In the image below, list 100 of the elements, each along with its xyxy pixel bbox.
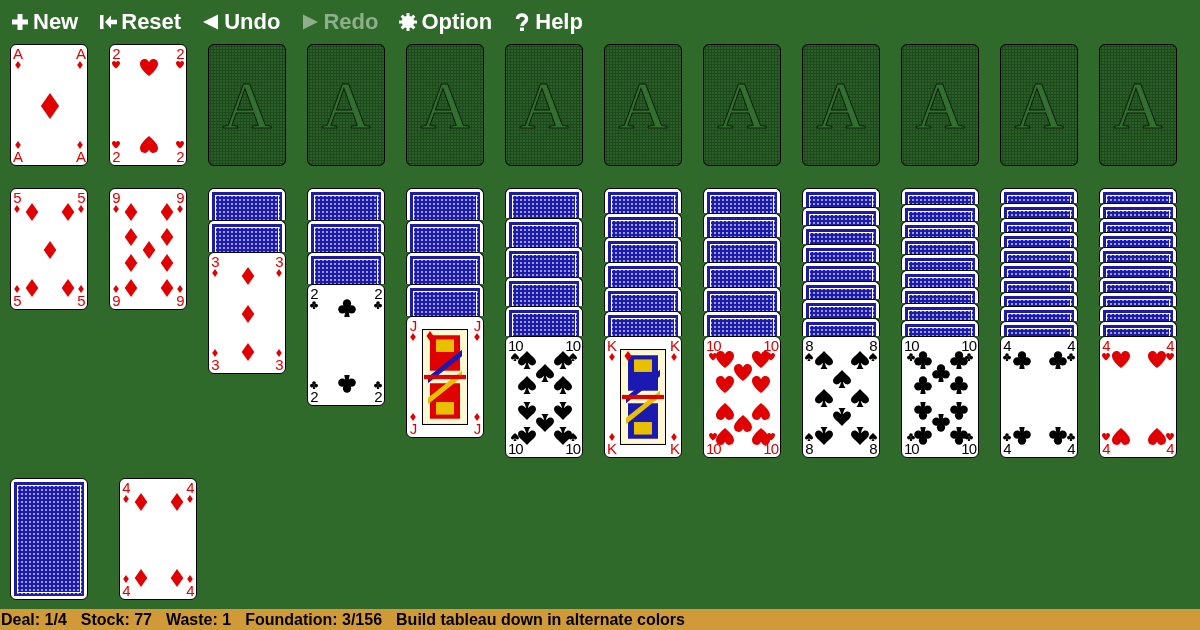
club-icon bbox=[338, 375, 356, 393]
playing-card[interactable]: K K K K bbox=[604, 335, 682, 458]
card-rank: 4 bbox=[1102, 338, 1110, 352]
toolbar-button[interactable]: Reset bbox=[98, 11, 182, 33]
card-back[interactable] bbox=[10, 478, 88, 600]
card-back[interactable] bbox=[604, 188, 682, 213]
playing-card[interactable]: 5 5 5 5 bbox=[10, 188, 88, 310]
card-back[interactable] bbox=[703, 237, 781, 262]
card-back[interactable] bbox=[1099, 306, 1177, 322]
card-back[interactable] bbox=[1000, 321, 1078, 336]
card-back[interactable] bbox=[1000, 247, 1078, 262]
card-back[interactable] bbox=[1000, 232, 1078, 248]
card-back[interactable] bbox=[802, 225, 880, 244]
card-back[interactable] bbox=[406, 188, 484, 220]
spade-icon bbox=[536, 414, 554, 433]
heart-icon bbox=[716, 401, 734, 420]
diamond-icon bbox=[132, 569, 150, 587]
status-text: Deal: 1/4 bbox=[1, 611, 67, 628]
slot-letter: A bbox=[222, 71, 272, 139]
spade-icon bbox=[833, 370, 851, 388]
card-rank: 10 bbox=[706, 441, 721, 455]
card-back[interactable] bbox=[208, 188, 286, 220]
diamond-icon bbox=[23, 203, 41, 221]
card-back[interactable] bbox=[703, 188, 781, 213]
card-back[interactable] bbox=[901, 237, 979, 254]
card-back[interactable] bbox=[604, 212, 682, 238]
card-rank: 10 bbox=[763, 441, 778, 455]
toolbar-button[interactable]: Help bbox=[512, 11, 583, 33]
card-back[interactable] bbox=[208, 220, 286, 252]
card-rank: 8 bbox=[805, 442, 813, 455]
card-rank: 8 bbox=[869, 442, 877, 455]
card-back[interactable] bbox=[703, 286, 781, 312]
club-icon bbox=[310, 381, 318, 389]
card-back[interactable] bbox=[901, 188, 979, 205]
playing-card[interactable]: 2 2 2 2 bbox=[109, 44, 187, 166]
toolbar-button[interactable]: Option bbox=[398, 11, 493, 33]
diamond-icon bbox=[158, 228, 176, 247]
diamond-icon bbox=[122, 495, 130, 503]
playing-card[interactable]: 3 3 3 3 bbox=[208, 252, 286, 374]
playing-card[interactable]: 10 10 10 10 bbox=[505, 335, 583, 458]
card-back[interactable] bbox=[604, 261, 682, 287]
card-back[interactable] bbox=[406, 252, 484, 284]
diamond-icon bbox=[13, 61, 22, 69]
playing-card[interactable]: J J J J bbox=[406, 316, 484, 438]
card-back[interactable] bbox=[505, 217, 583, 248]
toolbar-button[interactable]: New bbox=[10, 11, 79, 33]
playing-card[interactable]: 9 9 9 9 bbox=[109, 188, 187, 310]
diamond-icon bbox=[112, 285, 120, 293]
diamond-icon bbox=[607, 352, 616, 361]
card-back[interactable] bbox=[703, 212, 781, 238]
playing-card[interactable]: 4 4 4 4 bbox=[1000, 335, 1078, 458]
playing-card[interactable]: 4 4 4 4 bbox=[1099, 335, 1177, 458]
card-back[interactable] bbox=[901, 303, 979, 320]
card-back[interactable] bbox=[604, 311, 682, 336]
diamond-icon bbox=[122, 228, 140, 247]
card-rank: 9 bbox=[176, 191, 184, 204]
card-back[interactable] bbox=[406, 220, 484, 252]
card-back[interactable] bbox=[1099, 188, 1177, 203]
toolbar-button[interactable]: Undo bbox=[201, 11, 281, 33]
card-rank: 5 bbox=[77, 294, 85, 307]
card-back[interactable] bbox=[802, 299, 880, 318]
settings-icon bbox=[398, 12, 419, 32]
slot-letter: A bbox=[420, 71, 470, 139]
card-back[interactable] bbox=[1000, 188, 1078, 203]
card-back[interactable] bbox=[901, 204, 979, 221]
playing-card[interactable]: 2 2 2 2 bbox=[307, 284, 385, 406]
card-back[interactable] bbox=[1099, 247, 1177, 262]
card-rank: 4 bbox=[122, 584, 130, 597]
card-back[interactable] bbox=[802, 188, 880, 207]
playing-card[interactable]: 10 10 10 10 bbox=[703, 335, 781, 458]
card-rank: 2 bbox=[176, 47, 184, 60]
card-back[interactable] bbox=[1000, 306, 1078, 322]
card-back[interactable] bbox=[406, 284, 484, 316]
card-back[interactable] bbox=[604, 286, 682, 312]
diamond-icon bbox=[473, 413, 481, 421]
spade-icon bbox=[518, 376, 536, 395]
card-back[interactable] bbox=[703, 311, 781, 336]
slot-letter: A bbox=[717, 71, 767, 139]
playing-card[interactable]: 4 4 4 4 bbox=[119, 478, 197, 600]
status-text: Stock: 77 bbox=[80, 611, 152, 628]
playing-card[interactable]: 10 10 10 10 bbox=[901, 335, 979, 458]
card-back[interactable] bbox=[505, 306, 583, 336]
card-back[interactable] bbox=[307, 188, 385, 220]
card-back[interactable] bbox=[901, 270, 979, 287]
diamond-icon bbox=[670, 432, 679, 441]
playing-card[interactable]: A A A A bbox=[10, 44, 88, 166]
card-back[interactable] bbox=[1099, 232, 1177, 248]
card-back[interactable] bbox=[307, 220, 385, 252]
playing-card[interactable]: 8 8 8 8 bbox=[802, 336, 880, 458]
card-back[interactable] bbox=[1099, 321, 1177, 336]
card-back[interactable] bbox=[604, 237, 682, 262]
card-back[interactable] bbox=[505, 188, 583, 218]
card-back[interactable] bbox=[505, 276, 583, 307]
card-back[interactable] bbox=[307, 252, 385, 284]
spade-icon bbox=[536, 363, 554, 382]
card-back[interactable] bbox=[802, 262, 880, 281]
card-back[interactable] bbox=[703, 261, 781, 287]
card-rank: 9 bbox=[176, 294, 184, 307]
card-back[interactable] bbox=[505, 247, 583, 277]
card-rank: 4 bbox=[1102, 441, 1110, 455]
